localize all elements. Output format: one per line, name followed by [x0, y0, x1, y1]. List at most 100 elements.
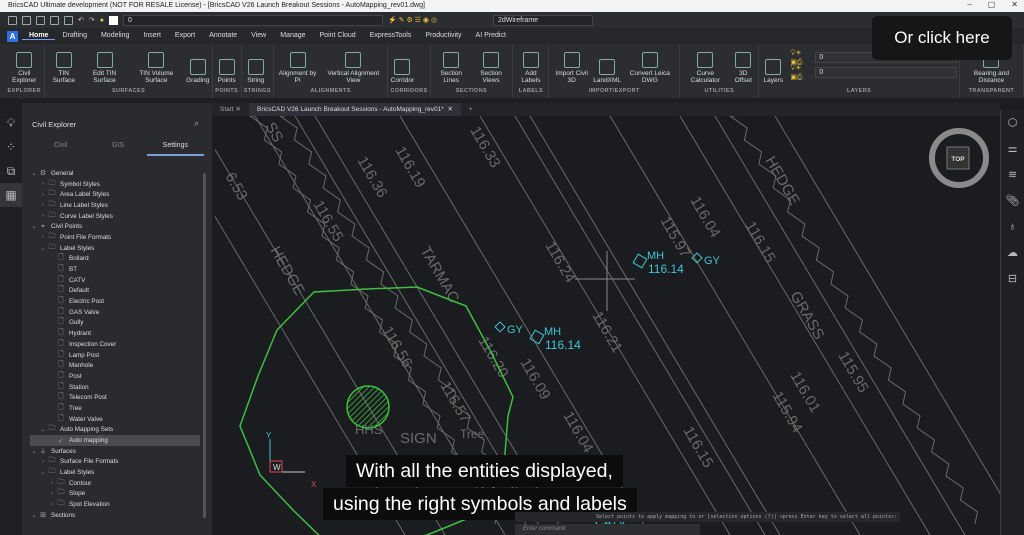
cube-icon[interactable]: ⬡ [1001, 110, 1024, 136]
tab-point-cloud[interactable]: Point Cloud [313, 32, 363, 40]
tree-item-line-label-styles[interactable]: › 🗀︎ Line Label Styles [30, 200, 200, 211]
chevron-right-icon[interactable]: › [48, 480, 56, 486]
tree-item-tree[interactable]: 🗋︎ Tree [30, 403, 200, 414]
open-icon[interactable] [22, 15, 31, 25]
tree-item-point-file-formats[interactable]: › 🗀︎ Point File Formats [30, 232, 200, 243]
paint-roller-icon[interactable]: ⊟ [1001, 266, 1024, 292]
tree-item-inspection-cover[interactable]: 🗋︎ Inspection Cover [30, 339, 200, 350]
tab-start[interactable]: Start ✕ [212, 103, 249, 116]
maximize-button[interactable]: ▢ [988, 0, 996, 12]
tab-gis[interactable]: GIS [89, 138, 146, 156]
tab-home[interactable]: Home [22, 32, 56, 40]
tree-item-hydrant[interactable]: 🗋︎ Hydrant [30, 328, 200, 339]
tree-item-telecom-post[interactable]: 🗋︎ Telecom Post [30, 392, 200, 403]
tree-item-manhole[interactable]: 🗋︎ Manhole [30, 360, 200, 371]
tree-item-civil-points[interactable]: ⌄ ⌖ Civil Points [30, 221, 200, 232]
tab-ai-predict[interactable]: AI Predict [469, 32, 513, 40]
tree-item-electric-post[interactable]: 🗋︎ Electric Post [30, 296, 200, 307]
tool-icons[interactable]: ⚡ ✎ ⚙ ☰ ◉ ◎ [388, 16, 488, 24]
chevron-down-icon[interactable]: ⌄ [39, 426, 47, 433]
new-icon[interactable] [8, 15, 17, 25]
tree-item-label-styles[interactable]: ⌄ 🗀︎ Label Styles [30, 467, 200, 478]
section-views-button[interactable]: Section Views [472, 52, 511, 86]
paperclip-icon[interactable]: 📎︎ [1001, 188, 1024, 214]
balloon-icon[interactable]: ♁ [1001, 214, 1024, 240]
close-button[interactable]: ✕ [1011, 0, 1018, 12]
tab-annotate[interactable]: Annotate [202, 32, 244, 40]
section-lines-button[interactable]: Section Lines [433, 52, 470, 86]
alignment-by-pi-button[interactable]: Alignment by PI [276, 52, 319, 86]
tree-item-general[interactable]: ⌄ ⚙ General [30, 168, 200, 179]
civil-explorer-button[interactable]: Civil Explorer [6, 52, 42, 86]
chevron-right-icon[interactable]: › [48, 502, 56, 508]
search-icon[interactable]: ⌕ [194, 118, 199, 129]
visual-style-select[interactable]: 2dWireframe [492, 14, 593, 26]
app-menu-button[interactable]: A [7, 30, 18, 42]
corridor-button[interactable]: Corridor [390, 59, 414, 86]
tree-item-water-valve[interactable]: 🗋︎ Water Valve [30, 414, 200, 425]
chevron-right-icon[interactable]: › [39, 213, 47, 219]
chevron-down-icon[interactable]: ⌄ [30, 448, 38, 455]
panel-scrollbar[interactable] [203, 173, 206, 518]
tree-item-default[interactable]: 🗋︎ Default [30, 286, 200, 297]
chevron-down-icon[interactable]: ⌄ [30, 223, 38, 230]
layers-button[interactable]: Layers [761, 59, 785, 86]
undo-icon[interactable]: ↶ [78, 16, 84, 24]
tab-view[interactable]: View [244, 32, 273, 40]
tab-drafting[interactable]: Drafting [55, 32, 94, 40]
layers-icon[interactable]: ≋ [1001, 162, 1024, 188]
command-input[interactable]: Enter command [515, 524, 700, 535]
tree-item-auto-mapping-sets[interactable]: ⌄ 🗀︎ Auto Mapping Sets [30, 425, 200, 436]
minimize-button[interactable]: – [967, 0, 971, 12]
tree-item-gas-valve[interactable]: 🗋︎ GAS Valve [30, 307, 200, 318]
chevron-right-icon[interactable]: › [39, 459, 47, 465]
grading-button[interactable]: Grading [186, 59, 210, 86]
tree-item-slope[interactable]: › 🗀︎ Slope [30, 489, 200, 500]
close-icon[interactable]: ✕ [447, 106, 452, 113]
tree-item-contour[interactable]: › 🗀︎ Contour [30, 478, 200, 489]
tab-settings[interactable]: Settings [146, 138, 204, 156]
tree-item-surface-file-formats[interactable]: › 🗀︎ Surface File Formats [30, 457, 200, 468]
string-button[interactable]: String [244, 59, 268, 86]
new-tab-button[interactable]: + [461, 103, 481, 116]
chevron-right-icon[interactable]: › [39, 181, 47, 187]
chevron-down-icon[interactable]: ⌄ [39, 245, 47, 252]
redo-icon[interactable]: ↷ [89, 16, 95, 24]
chevron-right-icon[interactable]: › [48, 491, 56, 497]
cloud-icon[interactable]: ☁ [1001, 240, 1024, 266]
tree-item-catv[interactable]: 🗋︎ CATV [30, 275, 200, 286]
layer-select[interactable]: 0 [122, 14, 383, 26]
tree-item-symbol-styles[interactable]: › 🗀︎ Symbol Styles [30, 179, 200, 190]
tin-volume-surface-button[interactable]: TIN Volume Surface [129, 52, 184, 86]
tree-item-curve-label-styles[interactable]: › 🗀︎ Curve Label Styles [30, 211, 200, 222]
tree-item-sections[interactable]: ⌄ ⊞ Sections [30, 510, 200, 521]
tree-item-post[interactable]: 🗋︎ Post [30, 371, 200, 382]
import-civil-3d-button[interactable]: Import Civil 3D [551, 52, 592, 86]
tree-item-label-styles[interactable]: ⌄ 🗀︎ Label Styles [30, 243, 200, 254]
tree-item-area-label-styles[interactable]: › 🗀︎ Area Label Styles [30, 189, 200, 200]
tab-productivity[interactable]: Productivity [418, 32, 468, 40]
chevron-down-icon[interactable]: ⌄ [30, 170, 38, 177]
chevron-right-icon[interactable]: › [39, 202, 47, 208]
save-as-icon[interactable] [50, 15, 59, 25]
curve-calculator-button[interactable]: Curve Calculator [682, 52, 728, 86]
lightbulb-icon[interactable]: 💡︎ [0, 111, 22, 135]
convert-leica-dwg-button[interactable]: Convert Leica DWG [622, 52, 677, 86]
tab-expresstools[interactable]: ExpressTools [363, 32, 419, 40]
tab-civil[interactable]: Civil [32, 138, 89, 156]
edit-tin-surface-button[interactable]: Edit TIN Surface [82, 52, 127, 86]
vertical-alignment-view-button[interactable]: Vertical Alignment View [321, 52, 385, 86]
tree-item-auto-mapping[interactable]: ✓ Auto mapping [30, 435, 200, 446]
tab-manage[interactable]: Manage [273, 32, 312, 40]
points-icon[interactable]: ⁘ [0, 135, 22, 159]
tree-item-lamp-post[interactable]: 🗋︎ Lamp Post [30, 350, 200, 361]
tab-modeling[interactable]: Modeling [94, 32, 136, 40]
add-labels-button[interactable]: Add Labels [515, 52, 546, 86]
tree-item-surfaces[interactable]: ⌄ ⏚ Surfaces [30, 446, 200, 457]
layer-dropdown[interactable]: 0 [815, 67, 957, 78]
print-icon[interactable] [64, 15, 73, 25]
chevron-right-icon[interactable]: › [39, 192, 47, 198]
civil-explorer-icon[interactable]: ▦ [0, 183, 22, 207]
chevron-down-icon[interactable]: ⌄ [39, 469, 47, 476]
tab-insert[interactable]: Insert [136, 32, 168, 40]
